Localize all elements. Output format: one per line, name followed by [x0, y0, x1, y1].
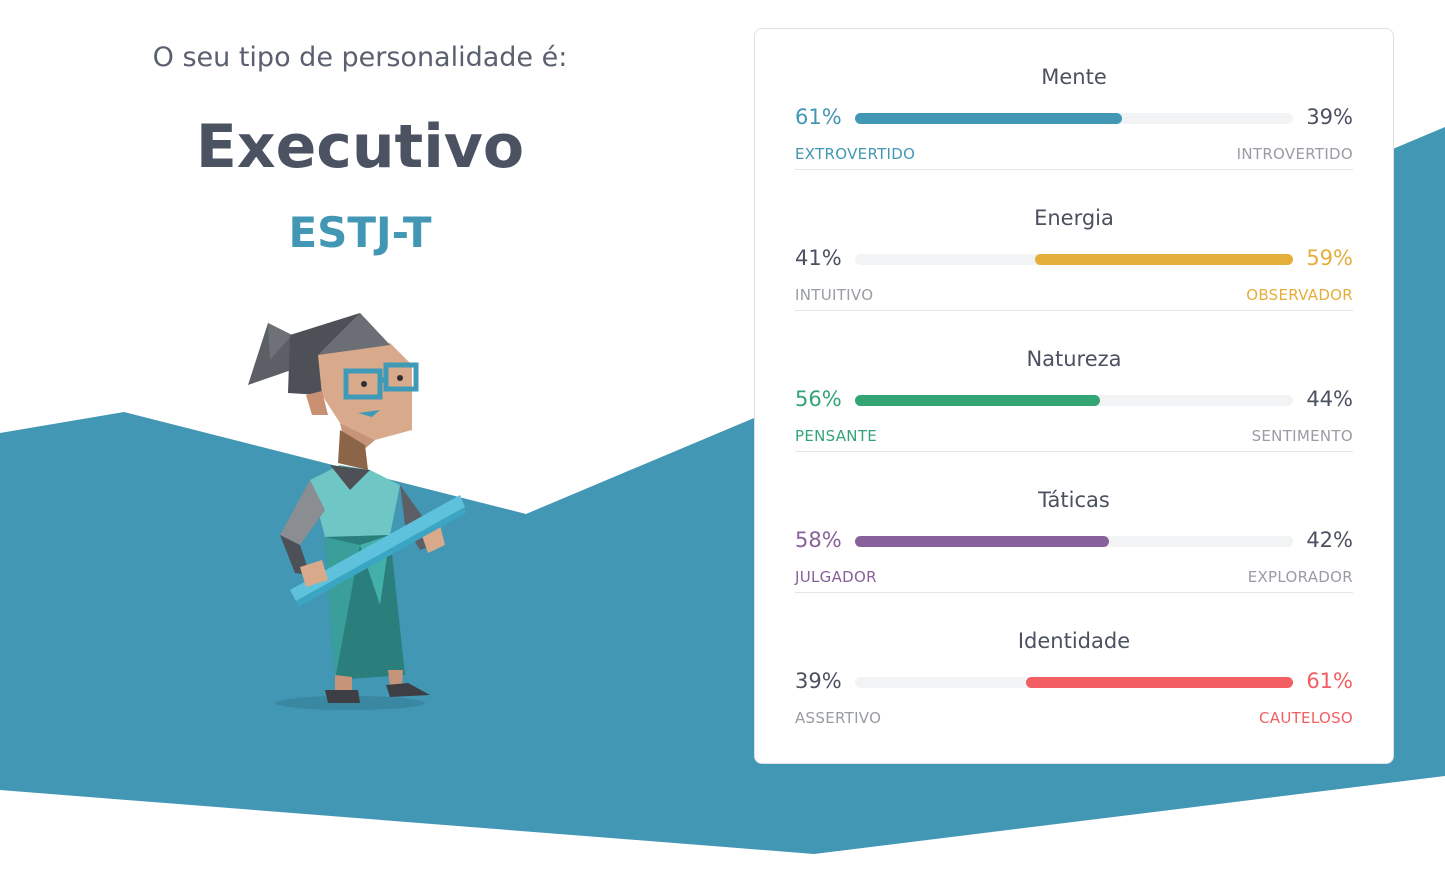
trait-bar-track [855, 113, 1293, 124]
trait-bar-fill [855, 395, 1101, 406]
trait-right-label: OBSERVADOR [1246, 286, 1353, 304]
trait-title: Energia [1034, 206, 1114, 230]
trait-right-percentage: 61% [1306, 669, 1353, 693]
trait-right-label: CAUTELOSO [1258, 709, 1353, 727]
trait-left-label: PENSANTE [795, 427, 878, 445]
trait-title: Natureza [1026, 347, 1122, 371]
trait-left-label: JULGADOR [795, 568, 877, 586]
trait-left-percentage: 41% [795, 246, 842, 270]
trait-breakdown-card: Mente 61% 39% EXTROVERTIDO INTROVERTIDO … [754, 28, 1394, 764]
trait-left-percentage: 58% [795, 528, 842, 552]
trait-title: Táticas [1038, 488, 1110, 512]
trait-energy: Energia 41% 59% INTUITIVO OBSERVADOR [795, 170, 1353, 311]
trait-identity: Identidade 39% 61% ASSERTIVO CAUTELOSO [795, 593, 1353, 734]
trait-bar-track [855, 677, 1293, 688]
trait-bar-track [855, 536, 1293, 547]
trait-bar-track [855, 254, 1293, 265]
trait-title: Identidade [1017, 629, 1131, 653]
trait-left-label: EXTROVERTIDO [795, 145, 916, 163]
trait-left-percentage: 39% [795, 669, 842, 693]
trait-left-percentage: 61% [795, 105, 842, 129]
trait-left-label: INTUITIVO [795, 286, 874, 304]
trait-left-label: ASSERTIVO [795, 709, 882, 727]
trait-bar-fill [855, 113, 1123, 124]
trait-right-label: EXPLORADOR [1247, 568, 1353, 586]
trait-left-percentage: 56% [795, 387, 842, 411]
intro-text: O seu tipo de personalidade é: [152, 42, 568, 73]
executive-character-illustration [248, 313, 466, 710]
trait-bar-fill [855, 536, 1110, 547]
trait-title: Mente [1041, 65, 1107, 89]
personality-type-name: Executivo [195, 112, 525, 182]
trait-right-percentage: 39% [1306, 105, 1353, 129]
trait-right-percentage: 59% [1306, 246, 1353, 270]
trait-right-label: SENTIMENTO [1251, 427, 1353, 445]
trait-bar-track [855, 395, 1293, 406]
trait-tactics: Táticas 58% 42% JULGADOR EXPLORADOR [795, 452, 1353, 593]
trait-mind: Mente 61% 39% EXTROVERTIDO INTROVERTIDO [795, 29, 1353, 170]
trait-bar-fill [1034, 254, 1293, 265]
trait-bar-fill [1025, 677, 1293, 688]
trait-right-percentage: 42% [1306, 528, 1353, 552]
trait-right-label: INTROVERTIDO [1236, 145, 1353, 163]
personality-type-code: ESTJ-T [288, 208, 432, 257]
trait-nature: Natureza 56% 44% PENSANTE SENTIMENTO [795, 311, 1353, 452]
trait-right-percentage: 44% [1306, 387, 1353, 411]
